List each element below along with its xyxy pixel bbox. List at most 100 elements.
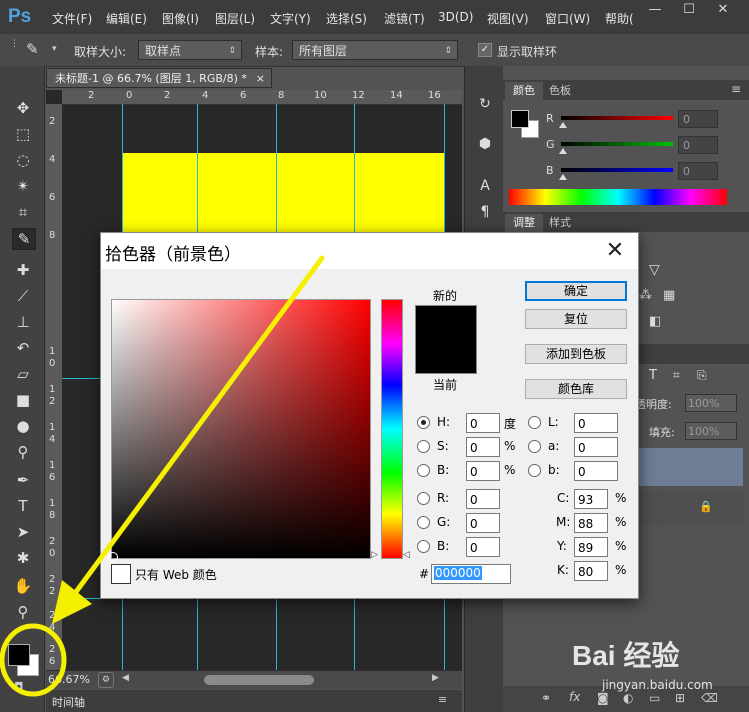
healing-tool-icon[interactable]: ✚ <box>12 260 34 280</box>
maximize-button[interactable]: ☐ <box>675 0 703 20</box>
foreground-color-swatch[interactable] <box>8 644 30 666</box>
hue-arrow-left-icon[interactable]: ▷ <box>371 550 378 560</box>
eyedropper-icon[interactable]: ✎ <box>26 40 39 58</box>
menu-layer[interactable]: 图层(L) <box>215 10 255 27</box>
hue-arrow-right-icon[interactable]: ◁ <box>403 550 410 560</box>
scroll-left-icon[interactable]: ◀ <box>122 673 129 683</box>
history-panel-icon[interactable]: ↻ <box>474 94 496 114</box>
hex-input[interactable]: 000000 <box>431 564 511 584</box>
hand-tool-icon[interactable]: ✋ <box>12 576 34 596</box>
fill-field[interactable]: 100% <box>685 422 737 440</box>
dialog-titlebar[interactable]: 拾色器（前景色） ✕ <box>101 233 638 269</box>
scroll-right-icon[interactable]: ▶ <box>432 673 439 683</box>
tab-swatches[interactable]: 色板 <box>541 82 579 100</box>
channel-value-r[interactable]: 0 <box>678 110 718 128</box>
picker-circle-icon[interactable] <box>108 552 118 562</box>
move-tool-icon[interactable]: ✥ <box>12 98 34 118</box>
menu-help[interactable]: 帮助( <box>605 10 634 27</box>
layer-row-background[interactable]: 🔒 <box>635 490 743 526</box>
slider-thumb-icon[interactable] <box>559 148 567 154</box>
menu-type[interactable]: 文字(Y) <box>270 10 311 27</box>
link-layers-icon[interactable]: ⚭ <box>541 691 551 705</box>
input-blue[interactable]: 0 <box>466 537 500 557</box>
shape-filter-icon[interactable]: ⌗ <box>673 368 680 383</box>
panel-menu-icon[interactable]: ≡ <box>731 82 741 96</box>
color-libraries-button[interactable]: 颜色库 <box>525 379 627 399</box>
radio-brightness[interactable] <box>417 464 430 477</box>
minimize-button[interactable]: — <box>641 0 669 20</box>
menu-image[interactable]: 图像(I) <box>162 10 199 27</box>
close-window-button[interactable]: ✕ <box>709 0 737 20</box>
paragraph-panel-icon[interactable]: ¶ <box>474 202 496 222</box>
input-l[interactable]: 0 <box>574 413 618 433</box>
input-m[interactable]: 88 <box>574 513 608 533</box>
slider-b[interactable]: B 0 <box>503 162 749 182</box>
current-color-swatch[interactable] <box>415 339 477 374</box>
history-brush-icon[interactable]: ↶ <box>12 338 34 358</box>
timeline-label[interactable]: 时间轴 <box>52 694 85 710</box>
document-tab[interactable]: 未标题-1 @ 66.7% (图层 1, RGB/8) * × <box>46 68 272 88</box>
radio-a[interactable] <box>528 440 541 453</box>
3d-panel-icon[interactable]: ⬢ <box>474 134 496 154</box>
slider-r[interactable]: R 0 <box>503 110 749 130</box>
web-only-checkbox[interactable] <box>111 564 131 584</box>
slider-thumb-icon[interactable] <box>559 122 567 128</box>
zoom-level[interactable]: 66.67% <box>48 673 90 686</box>
slider-thumb-icon[interactable] <box>559 174 567 180</box>
input-lab-b[interactable]: 0 <box>574 461 618 481</box>
blur-tool-icon[interactable]: ● <box>12 416 34 436</box>
layer-row-selected[interactable] <box>635 448 743 486</box>
slider-g[interactable]: G 0 <box>503 136 749 156</box>
sample-select[interactable]: 所有图层 ⇕ <box>292 40 458 60</box>
eyedropper-tool-icon[interactable]: ✎ <box>12 228 36 250</box>
tab-color[interactable]: 颜色 <box>505 82 543 100</box>
dodge-tool-icon[interactable]: ⚲ <box>12 442 34 462</box>
radio-s[interactable] <box>417 440 430 453</box>
slider-track-r[interactable] <box>561 116 673 120</box>
tab-adjustments[interactable]: 调整 <box>505 214 543 232</box>
sample-size-select[interactable]: 取样点 ⇕ <box>138 40 242 60</box>
radio-lab-b[interactable] <box>528 464 541 477</box>
selective-color-icon[interactable]: ◧ <box>649 314 661 329</box>
chevron-down-icon[interactable]: ▾ <box>52 44 57 54</box>
show-ring-checkbox[interactable]: ✓ <box>478 43 492 57</box>
menu-view[interactable]: 视图(V) <box>487 10 529 27</box>
horizontal-scrollbar-thumb[interactable] <box>204 675 314 685</box>
slider-track-b[interactable] <box>561 168 673 172</box>
radio-blue[interactable] <box>417 540 430 553</box>
menu-filter[interactable]: 滤镜(T) <box>384 10 425 27</box>
menu-file[interactable]: 文件(F) <box>52 10 92 27</box>
menu-window[interactable]: 窗口(W) <box>545 10 590 27</box>
hue-slider[interactable] <box>381 299 403 559</box>
radio-r[interactable] <box>417 492 430 505</box>
eraser-tool-icon[interactable]: ▱ <box>12 364 34 384</box>
slider-track-g[interactable] <box>561 142 673 146</box>
marquee-tool-icon[interactable]: ⬚ <box>12 124 34 144</box>
radio-h[interactable] <box>417 416 430 429</box>
zoom-tool-icon[interactable]: ⚲ <box>12 602 34 622</box>
crop-tool-icon[interactable]: ⌗ <box>12 202 34 222</box>
input-brightness[interactable]: 0 <box>466 461 500 481</box>
type-tool-icon[interactable]: T <box>12 496 34 516</box>
input-k[interactable]: 80 <box>574 561 608 581</box>
input-s[interactable]: 0 <box>466 437 500 457</box>
shape-tool-icon[interactable]: ✱ <box>12 548 34 568</box>
opacity-field[interactable]: 100% <box>685 394 737 412</box>
magic-wand-tool-icon[interactable]: ✴ <box>12 176 34 196</box>
input-r[interactable]: 0 <box>466 489 500 509</box>
stamp-tool-icon[interactable]: ⊥ <box>12 312 34 332</box>
menu-3d[interactable]: 3D(D) <box>438 10 473 24</box>
character-panel-icon[interactable]: A <box>474 176 496 196</box>
panel-menu-icon[interactable]: ≡ <box>438 693 447 706</box>
radio-g[interactable] <box>417 516 430 529</box>
close-tab-icon[interactable]: × <box>256 69 265 89</box>
lasso-tool-icon[interactable]: ◌ <box>12 150 34 170</box>
smart-object-filter-icon[interactable]: ⎘ <box>697 368 707 383</box>
path-select-icon[interactable]: ➤ <box>12 522 34 542</box>
status-menu-icon[interactable]: ⚙ <box>98 672 114 688</box>
input-g[interactable]: 0 <box>466 513 500 533</box>
input-h[interactable]: 0 <box>466 413 500 433</box>
color-lookup-icon[interactable]: ▦ <box>663 288 675 303</box>
input-y[interactable]: 89 <box>574 537 608 557</box>
color-spectrum-bar[interactable] <box>509 189 727 205</box>
